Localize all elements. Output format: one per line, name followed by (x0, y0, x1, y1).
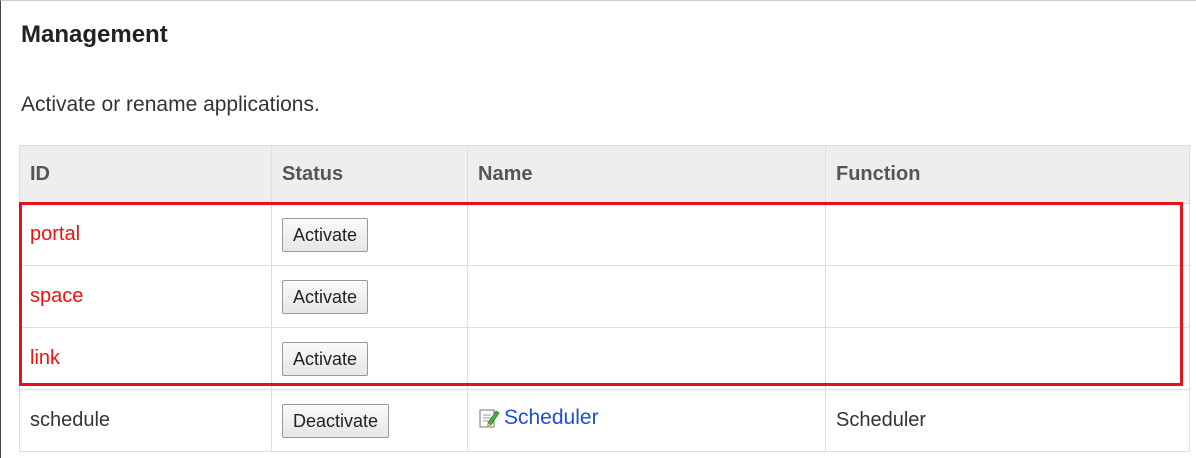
app-function: Scheduler (825, 389, 1190, 452)
app-name (467, 327, 826, 390)
activate-button[interactable]: Activate (282, 279, 369, 314)
page-title: Management (21, 21, 168, 48)
app-name (467, 203, 826, 266)
status-cell: Activate (271, 327, 468, 390)
applications-table: ID Status Name Function portal Activate … (19, 145, 1190, 452)
table-row: space Activate (19, 265, 1190, 328)
app-id: schedule (19, 389, 272, 452)
deactivate-button[interactable]: Deactivate (282, 403, 390, 438)
status-cell: Activate (271, 203, 468, 266)
column-header-status: Status (271, 145, 468, 204)
app-id: link (19, 327, 272, 390)
app-id: space (19, 265, 272, 328)
app-id: portal (19, 203, 272, 266)
status-cell: Activate (271, 265, 468, 328)
page-description: Activate or rename applications. (21, 93, 320, 116)
activate-button[interactable]: Activate (282, 217, 369, 252)
column-header-function: Function (825, 145, 1190, 204)
scheduler-link-label: Scheduler (504, 406, 599, 429)
app-name-cell: Scheduler (467, 389, 826, 452)
app-function (825, 265, 1190, 328)
status-cell: Deactivate (271, 389, 468, 452)
scheduler-link[interactable]: Scheduler (478, 406, 599, 430)
management-panel: Management Activate or rename applicatio… (0, 0, 1196, 458)
app-function (825, 327, 1190, 390)
table-row: portal Activate (19, 203, 1190, 266)
table-header-row: ID Status Name Function (19, 145, 1190, 204)
table-row: link Activate (19, 327, 1190, 390)
edit-icon (478, 407, 500, 429)
app-name (467, 265, 826, 328)
app-function (825, 203, 1190, 266)
activate-button[interactable]: Activate (282, 341, 369, 376)
column-header-name: Name (467, 145, 826, 204)
table-row: schedule Deactivate Scheduler Scheduler (19, 389, 1190, 452)
column-header-id: ID (19, 145, 272, 204)
